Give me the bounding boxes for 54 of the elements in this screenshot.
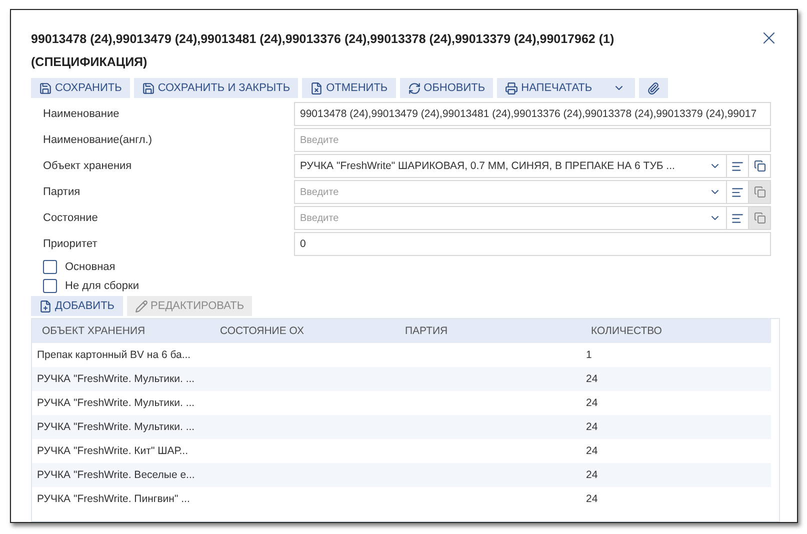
column-header[interactable]: ПАРТИЯ [395,325,581,337]
table-cell-text: РУЧКА "FreshWrite. Пингвин" ... [36,493,191,505]
refresh-icon [408,82,421,94]
window-title: 99013478 (24),99013479 (24),99013481 (24),99013376 (24),99013378 (24),99013379 (24),99017962 (1) [31,31,614,48]
cancel-button[interactable]: ОТМЕНИТЬ [302,78,396,98]
list-icon [731,212,744,224]
table-cell-text: 24 [585,493,599,505]
table-cell-text: 24 [585,373,599,385]
paperclip-icon [647,82,660,94]
table-cell-text: 24 [585,445,599,457]
refresh-button[interactable]: ОБНОВИТЬ [400,78,494,98]
attach-button[interactable] [639,78,668,98]
table-cell-text: 1 [585,349,593,361]
table-cell-text: 24 [585,397,599,409]
field-label: Объект хранения [43,160,133,172]
lookup-field[interactable]: РУЧКА "FreshWrite" ШАРИКОВАЯ, 0.7 ММ, СИНЯЯ, В ПРЕПАКЕ НА 6 ТУБ ... [294,154,771,178]
save-button[interactable]: СОХРАНИТЬ И ЗАКРЫТЬ [134,78,298,98]
checkbox[interactable] [43,260,57,274]
checkbox[interactable] [43,278,57,292]
field-label: Партия [43,186,82,198]
table-cell-text: РУЧКА "FreshWrite. Кит" ШАР... [36,445,190,457]
copy-icon [754,212,766,224]
list-icon [731,160,744,172]
table-cell-text: РУЧКА "FreshWrite. Мультики. ... [36,421,196,433]
copy-icon [754,160,766,172]
column-header[interactable]: ОБЪЕКТ ХРАНЕНИЯ [32,325,210,337]
input-field[interactable]: 99013478 (24),99013479 (24),99013481 (24),99013376 (24),99013378 (24),99013379 (24),99017 [294,102,771,126]
column-header[interactable]: КОЛИЧЕСТВО [581,325,771,337]
checkbox-label: Не для сборки [65,280,139,292]
table-cell-text: Препак картонный BV на 6 ба... [36,349,192,361]
table-cell-text: 24 [585,421,599,433]
field-label: Наименование [43,108,120,120]
pencil-icon [134,300,148,312]
document-icon [310,82,324,94]
add-button[interactable]: ДОБАВИТЬ [31,296,123,316]
table-cell-text: РУЧКА "FreshWrite. Мультики. ... [36,397,196,409]
table-cell-text: РУЧКА "FreshWrite. Веселые е... [36,469,196,481]
field-label: Наименование(англ.) [43,134,154,146]
save-icon [142,82,155,94]
printer-icon [505,82,518,94]
checkbox-label: Основная [65,260,116,272]
table-cell-text: РУЧКА "FreshWrite. Мультики. ... [36,373,196,385]
copy-icon [754,186,766,198]
add-document-icon [39,300,52,312]
table-cell-text: 24 [585,469,599,481]
input-field[interactable]: 0 [294,232,771,256]
field-label: Состояние [43,212,99,224]
window-subtitle: (СПЕЦИФИКАЦИЯ) [31,54,148,71]
save-button[interactable]: СОХРАНИТЬ [31,78,130,98]
print-button[interactable]: НАПЕЧАТАТЬ [497,78,636,98]
list-icon [731,186,744,198]
column-header[interactable]: СОСТОЯНИЕ ОХ [210,325,395,337]
field-label: Приоритет [43,238,98,250]
save-icon [39,82,52,94]
